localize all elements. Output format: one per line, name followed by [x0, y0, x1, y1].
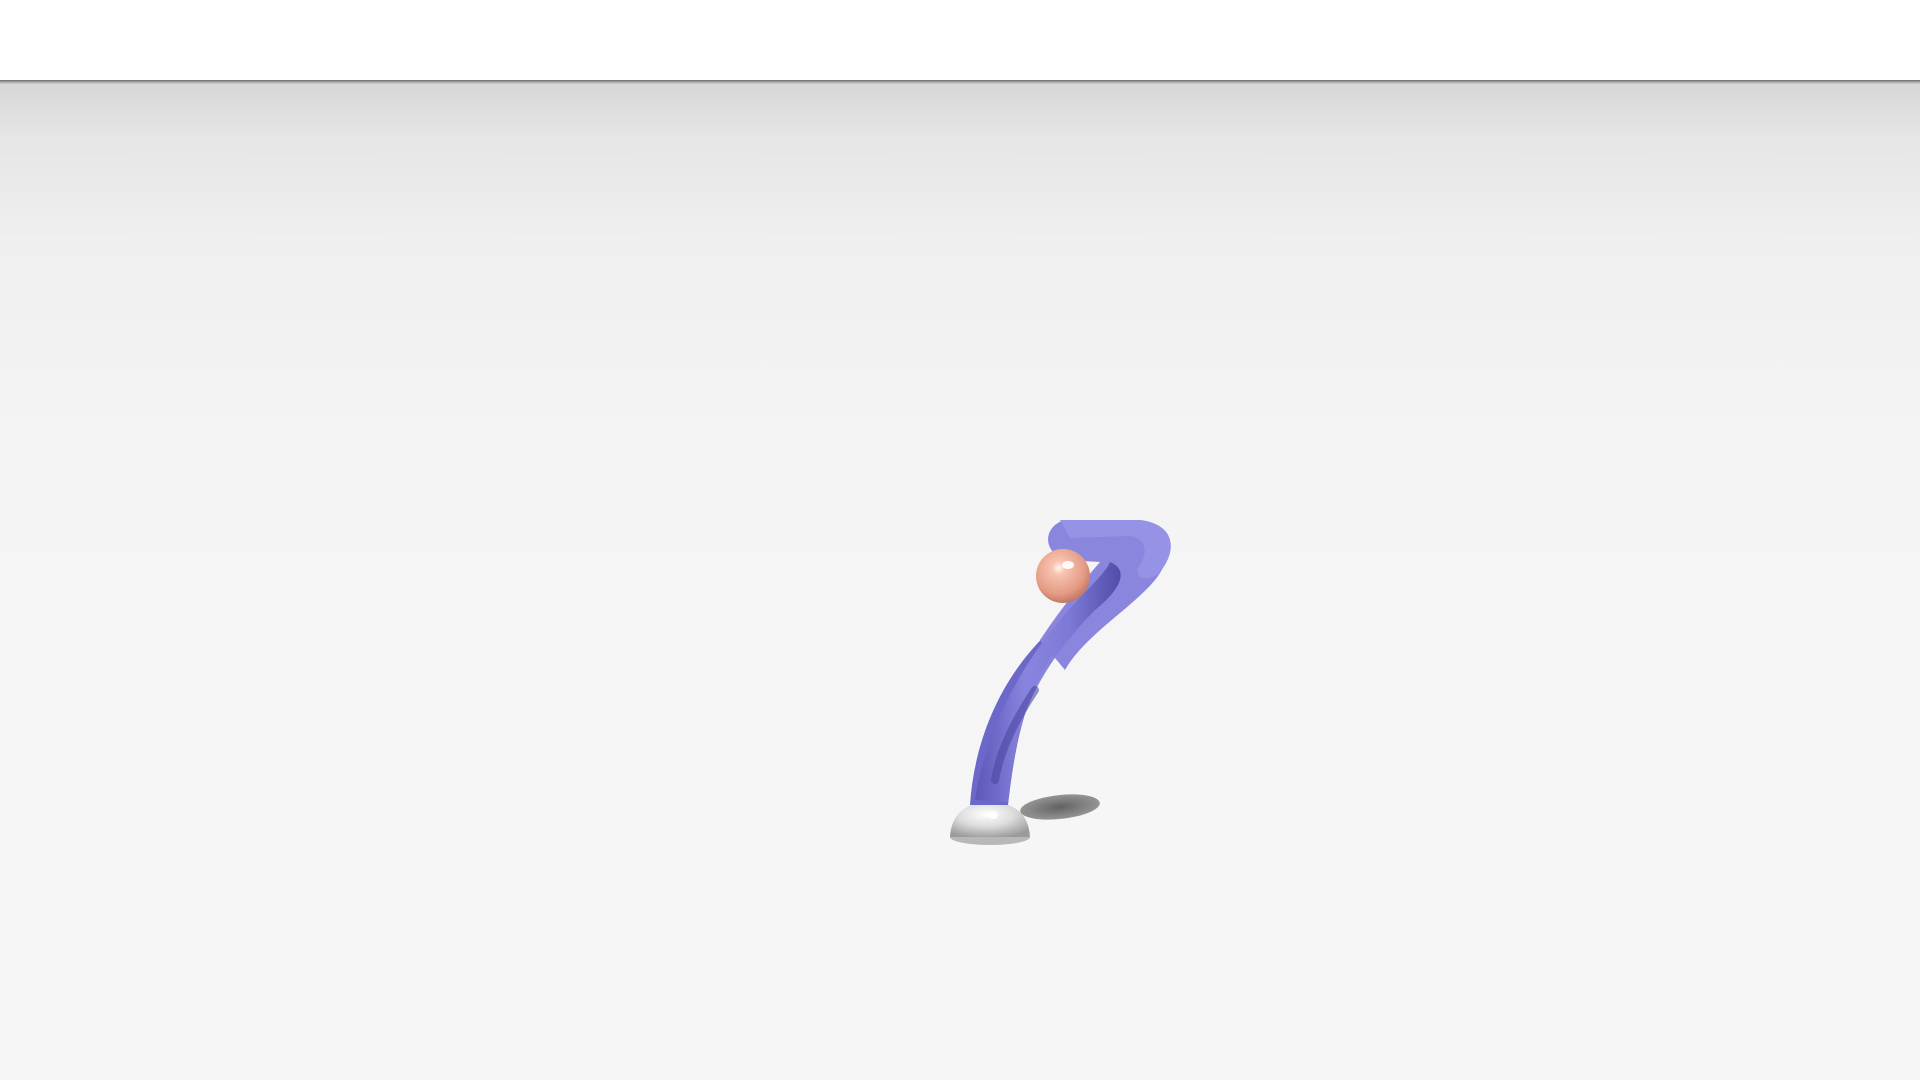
arm-shadow [1020, 794, 1100, 820]
robot-base[interactable] [950, 802, 1030, 845]
top-bar-shadow [0, 80, 1920, 84]
top-bar [0, 0, 1920, 80]
scene-canvas[interactable] [0, 80, 1920, 1080]
3d-viewport[interactable] [0, 80, 1920, 1080]
end-effector-ball[interactable] [1036, 549, 1090, 603]
